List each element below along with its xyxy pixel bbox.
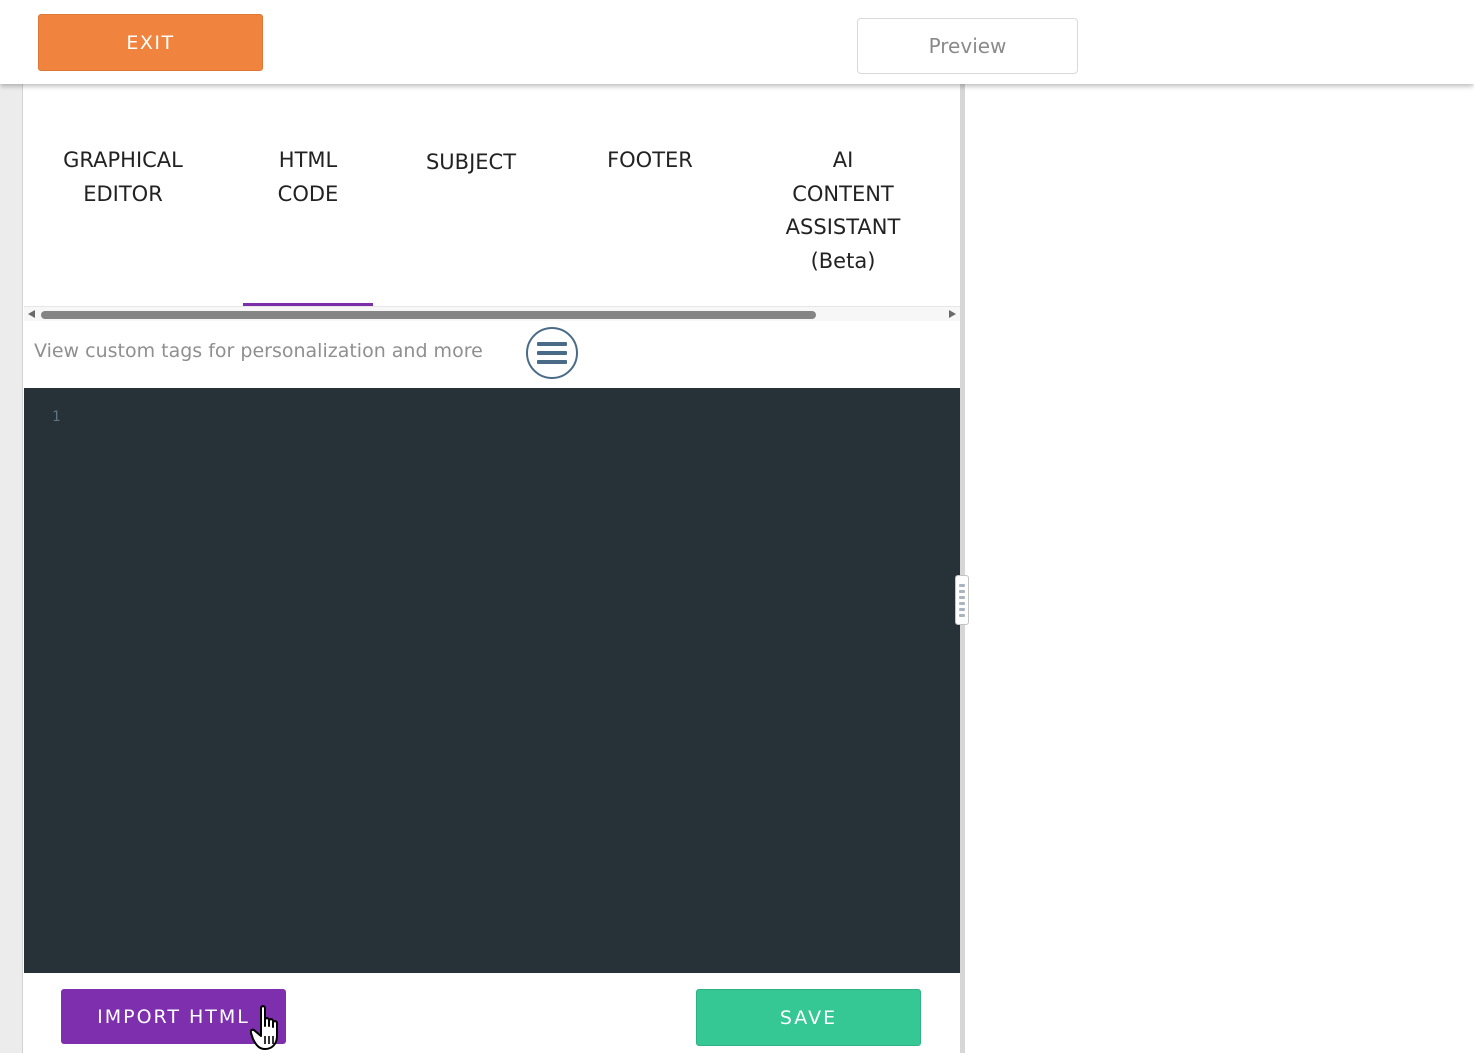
panel-divider	[960, 84, 965, 1053]
grip-dot	[959, 601, 965, 605]
grip-dot	[959, 589, 965, 593]
scroll-right-arrow-icon[interactable]	[949, 310, 956, 318]
tab-footer[interactable]: FOOTER	[580, 144, 720, 178]
scrollbar-thumb[interactable]	[41, 311, 816, 319]
grip-dot	[959, 583, 965, 587]
tab-subject[interactable]: SUBJECT	[396, 146, 546, 180]
top-toolbar: EXIT Preview	[0, 0, 1474, 84]
menu-icon[interactable]	[526, 327, 578, 379]
grip-dot	[959, 595, 965, 599]
custom-tags-link[interactable]: View custom tags for personalization and…	[34, 340, 483, 362]
menu-icon-bar	[537, 351, 567, 355]
tab-graphical-editor[interactable]: GRAPHICAL EDITOR	[34, 144, 212, 211]
left-gutter-strip	[0, 84, 23, 1053]
preview-button[interactable]: Preview	[857, 18, 1078, 74]
hand-pointer-icon	[250, 1005, 278, 1050]
line-number: 1	[52, 409, 61, 425]
resize-handle[interactable]	[955, 575, 969, 625]
scroll-left-arrow-icon[interactable]	[28, 310, 35, 318]
menu-icon-bar	[537, 342, 567, 346]
html-code-editor[interactable]	[24, 388, 960, 973]
menu-icon-bar	[537, 360, 567, 364]
save-button[interactable]: SAVE	[696, 989, 921, 1046]
grip-dot	[959, 607, 965, 611]
grip-dot	[959, 613, 965, 617]
tab-html-code[interactable]: HTML CODE	[243, 144, 373, 211]
exit-button[interactable]: EXIT	[38, 14, 263, 71]
tab-ai-content-assistant[interactable]: AI CONTENT ASSISTANT (Beta)	[758, 144, 928, 278]
